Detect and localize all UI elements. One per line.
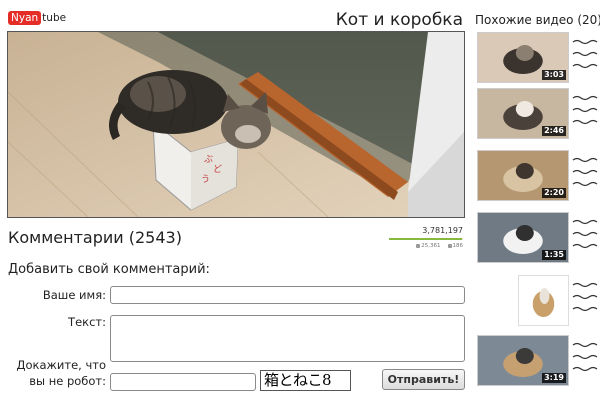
rating-bar	[389, 238, 463, 240]
related-videos-title: Похожие видео (20)	[475, 13, 600, 27]
related-video-item[interactable]	[518, 275, 569, 326]
related-video-item[interactable]: 3:19	[477, 335, 569, 386]
site-logo[interactable]: Nyan tube	[8, 11, 66, 25]
thumbs-down-icon	[447, 243, 452, 248]
robot-label-line1: Докажите, что	[16, 358, 106, 372]
related-video-info[interactable]	[572, 36, 598, 76]
related-video-thumbnail	[519, 276, 568, 325]
rating-bar-fill	[389, 238, 463, 240]
logo-text: tube	[42, 12, 67, 24]
submit-button[interactable]: Отправить!	[382, 369, 465, 390]
add-comment-title: Добавить свой комментарий:	[8, 262, 210, 277]
captcha-image: 箱とねこ8	[260, 370, 351, 391]
like-count-group[interactable]: 25,361	[416, 242, 441, 250]
video-duration: 3:03	[542, 70, 566, 80]
svg-text:ぶ: ぶ	[204, 154, 213, 165]
robot-label-line2: вы не робот:	[29, 374, 106, 388]
video-duration: 1:35	[542, 250, 566, 260]
video-still: ぶ ど う	[8, 32, 464, 217]
related-video-item[interactable]: 2:46	[477, 88, 569, 139]
svg-text:ど: ど	[213, 164, 222, 175]
dislike-count-group[interactable]: 186	[447, 242, 464, 250]
video-stats: 3,781,197 25,361 186	[389, 226, 463, 250]
logo-mark: Nyan	[8, 11, 42, 25]
comment-textarea[interactable]	[110, 315, 465, 362]
text-label: Текст:	[68, 315, 106, 329]
related-video-info[interactable]	[572, 216, 598, 256]
video-duration: 3:19	[542, 373, 566, 383]
captcha-input[interactable]	[110, 373, 256, 391]
related-video-info[interactable]	[572, 154, 598, 194]
related-video-info[interactable]	[572, 339, 598, 379]
name-input[interactable]	[110, 286, 465, 304]
name-label: Ваше имя:	[42, 288, 106, 302]
likes-row: 25,361 186	[389, 242, 463, 250]
related-video-item[interactable]: 2:20	[477, 150, 569, 201]
related-video-item[interactable]: 1:35	[477, 212, 569, 263]
video-player[interactable]: ぶ ど う	[7, 31, 465, 218]
video-duration: 2:46	[542, 126, 566, 136]
related-video-info[interactable]	[572, 92, 598, 132]
comments-title: Комментарии (2543)	[8, 228, 182, 247]
thumbs-up-icon	[416, 243, 421, 248]
like-count: 25,361	[421, 243, 441, 249]
dislike-count: 186	[452, 243, 464, 249]
video-title: Кот и коробка	[335, 10, 463, 30]
related-video-item[interactable]: 3:03	[477, 32, 569, 83]
svg-text:う: う	[201, 174, 210, 185]
related-video-info[interactable]	[572, 279, 598, 319]
view-count: 3,781,197	[422, 226, 463, 235]
video-duration: 2:20	[542, 188, 566, 198]
